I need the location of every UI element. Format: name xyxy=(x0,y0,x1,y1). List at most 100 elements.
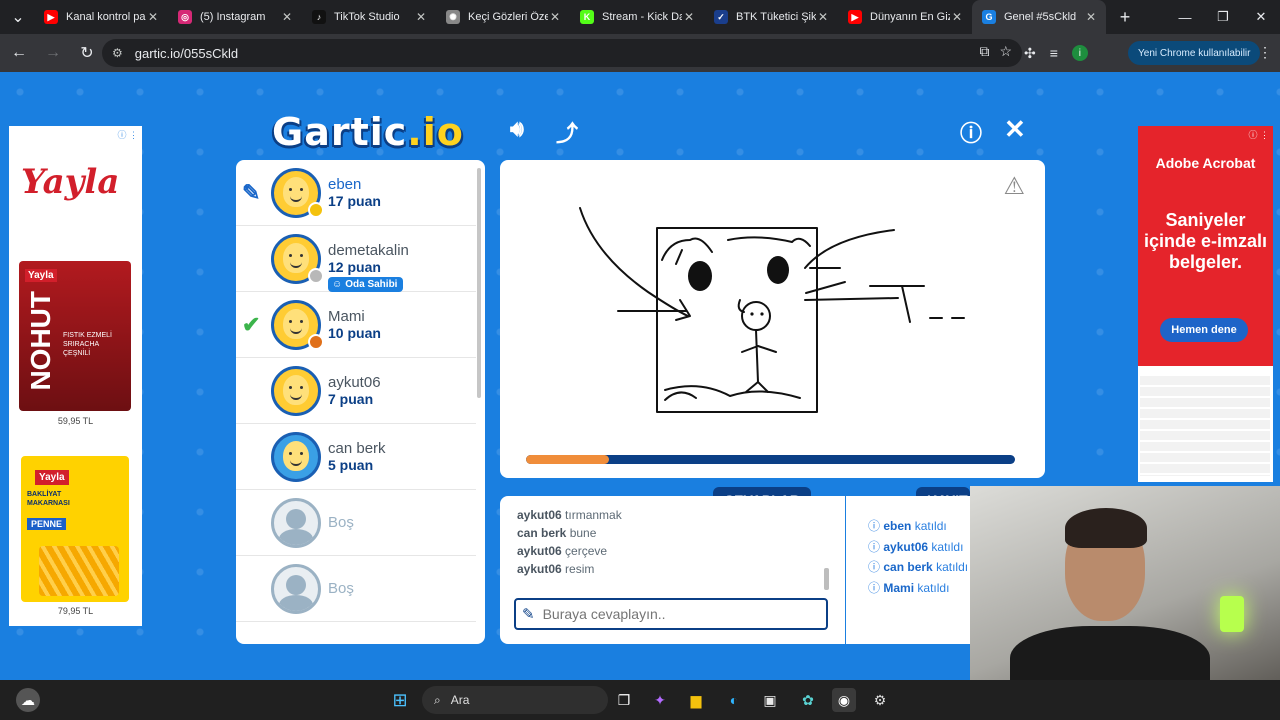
ad-product-snack[interactable]: Yayla NOHUT FISTIK EZMELİ SRIRACHA ÇEŞNİ… xyxy=(19,261,131,411)
widgets-icon[interactable]: ☁ xyxy=(16,688,40,712)
gartic-logo[interactable]: Gartic.io xyxy=(272,110,464,154)
drawing-canvas[interactable]: ⚠ xyxy=(500,160,1045,478)
share-icon[interactable]: ⤴ xyxy=(556,116,578,148)
media-control-icon[interactable]: ≡ xyxy=(1050,45,1058,61)
close-icon[interactable]: ✕ xyxy=(1004,114,1026,145)
tab-title: BTK Tüketici Şikay xyxy=(736,11,816,23)
browser-tab-strip: ⌄ ▶ Kanal kontrol pa ✕ ◎ (5) Instagram ✕ ♪ TikT… xyxy=(0,0,1280,34)
player-row[interactable]: ✎ eben 17 puan xyxy=(236,160,476,226)
bookmark-star-icon[interactable]: ☆ xyxy=(999,43,1012,60)
profile-avatar[interactable]: i xyxy=(1071,45,1088,61)
tab-close-icon[interactable]: ✕ xyxy=(1084,10,1098,24)
chrome-update-button[interactable]: Yeni Chrome kullanılabilir xyxy=(1128,41,1261,65)
answer-text: çerçeve xyxy=(565,544,608,558)
ad-choices-icon[interactable]: ⓘ ⋮ xyxy=(117,128,138,141)
player-name: Boş xyxy=(328,514,354,531)
answer-input[interactable] xyxy=(542,606,803,622)
settings-icon[interactable]: ⚙ xyxy=(868,688,892,712)
player-name: Mami xyxy=(328,308,365,325)
answer-item: aykut06 çerçeve xyxy=(517,542,827,560)
file-explorer-icon[interactable]: ▆ xyxy=(684,688,708,712)
more-menu-icon[interactable]: ⋮ xyxy=(1258,44,1272,61)
product-brand: Yayla xyxy=(25,269,57,282)
player-name: aykut06 xyxy=(328,374,381,391)
log-info-icon: ⓘ xyxy=(868,519,881,533)
sound-icon[interactable]: 🔊︎ xyxy=(510,116,524,142)
tab-favicon-icon: K xyxy=(580,10,594,24)
tab-close-icon[interactable]: ✕ xyxy=(682,10,696,24)
player-row[interactable]: Boş xyxy=(236,556,476,622)
start-icon[interactable]: ⊞ xyxy=(388,688,412,712)
ad-cta-button[interactable]: Hemen dene xyxy=(1160,318,1248,342)
tab-title: Genel #5sCkld xyxy=(1004,11,1077,23)
reload-button[interactable]: ↻ xyxy=(72,38,102,68)
right-advertisement[interactable]: ⓘ ⋮ Adobe Acrobat Saniyeler içinde e-imz… xyxy=(1138,126,1273,482)
player-row[interactable]: aykut06 7 puan xyxy=(236,358,476,424)
left-advertisement[interactable]: ⓘ ⋮ Yayla Yayla NOHUT FISTIK EZMELİ SRIR… xyxy=(9,126,142,626)
player-name: demetakalin xyxy=(328,242,409,259)
avatar xyxy=(271,498,321,548)
back-button[interactable]: ← xyxy=(4,38,34,68)
player-row[interactable]: can berk 5 puan xyxy=(236,424,476,490)
tab-close-icon[interactable]: ✕ xyxy=(414,10,428,24)
round-timer-bar xyxy=(526,455,1015,464)
logo-main: Gartic xyxy=(272,110,408,154)
log-user: Mami xyxy=(883,580,915,595)
player-score: 17 puan xyxy=(328,193,381,209)
address-bar[interactable]: ⚙ gartic.io/055sCkld ⧉ ☆ xyxy=(102,39,1022,67)
browser-tab[interactable]: G Genel #5sCkld ✕ xyxy=(972,0,1106,34)
close-window-icon[interactable]: ✕ xyxy=(1242,0,1280,34)
browser-tab[interactable]: ▶ Dünyanın En Giz ✕ xyxy=(838,0,972,34)
answer-user: aykut06 xyxy=(517,562,562,576)
ad-spreadsheet-image xyxy=(1140,376,1270,476)
edge-icon[interactable]: ◐ xyxy=(722,688,746,712)
player-list-scrollbar[interactable] xyxy=(477,168,481,398)
avatar-face xyxy=(283,309,309,339)
taskbar-search[interactable]: ⌕ Ara xyxy=(422,686,608,714)
forward-button[interactable]: → xyxy=(38,38,68,68)
browser-tab[interactable]: ✺ Keçi Gözleri Özel ✕ xyxy=(436,0,570,34)
webcam-person-hair xyxy=(1065,508,1147,548)
tab-close-icon[interactable]: ✕ xyxy=(950,10,964,24)
extensions-icon[interactable]: ✣ xyxy=(1024,45,1036,62)
answer-input-box[interactable]: ✎ xyxy=(514,598,828,630)
player-row[interactable]: ✔ Mami 10 puan xyxy=(236,292,476,358)
store-icon[interactable]: ▣ xyxy=(758,688,782,712)
player-row[interactable]: Boş xyxy=(236,490,476,556)
site-info-icon[interactable]: ⚙ xyxy=(112,46,123,60)
new-tab-button[interactable]: + xyxy=(1110,2,1140,32)
report-icon[interactable]: ⚠ xyxy=(1003,172,1025,201)
maximize-icon[interactable]: ❐ xyxy=(1204,0,1242,34)
answer-text: resim xyxy=(565,562,595,576)
task-view-icon[interactable]: ❐ xyxy=(612,688,636,712)
pencil-icon: ✎ xyxy=(522,606,535,623)
browser-tab[interactable]: K Stream - Kick Da ✕ xyxy=(570,0,704,34)
answers-scrollbar[interactable] xyxy=(824,568,829,590)
log-item: ⓘ aykut06 katıldı xyxy=(868,537,968,558)
ad-product-pasta[interactable]: Yayla BAKLİYAT MAKARNASI PENNE xyxy=(21,456,129,602)
app-icon[interactable]: ✿ xyxy=(796,688,820,712)
copilot-icon[interactable]: ✦ xyxy=(648,688,672,712)
round-timer-fill xyxy=(526,455,610,464)
tab-search-icon[interactable]: ⌄ xyxy=(2,2,34,32)
browser-tab[interactable]: ♪ TikTok Studio ✕ xyxy=(302,0,436,34)
browser-tab[interactable]: ▶ Kanal kontrol pa ✕ xyxy=(34,0,168,34)
info-icon[interactable]: ⓘ xyxy=(960,116,982,148)
player-score: 5 puan xyxy=(328,457,374,473)
avatar-face xyxy=(283,243,309,273)
minimize-icon[interactable]: — xyxy=(1166,0,1204,34)
avatar-face xyxy=(283,375,309,405)
chrome-icon[interactable]: ◉ xyxy=(832,688,856,712)
tab-close-icon[interactable]: ✕ xyxy=(146,10,160,24)
browser-tab[interactable]: ✓ BTK Tüketici Şikay✕ xyxy=(704,0,838,34)
tab-close-icon[interactable]: ✕ xyxy=(548,10,562,24)
answer-item: aykut06 tırmanmak xyxy=(517,506,827,524)
player-row[interactable]: demetakalin 12 puan ☺ Oda Sahibi xyxy=(236,226,476,292)
tab-close-icon[interactable]: ✕ xyxy=(280,10,294,24)
tab-close-icon[interactable]: ✕ xyxy=(816,10,830,24)
status-dot xyxy=(308,202,324,218)
ad-choices-icon[interactable]: ⓘ ⋮ xyxy=(1248,128,1269,141)
browser-tab[interactable]: ◎ (5) Instagram ✕ xyxy=(168,0,302,34)
webcam-overlay xyxy=(970,486,1280,684)
install-icon[interactable]: ⧉ xyxy=(979,43,989,60)
